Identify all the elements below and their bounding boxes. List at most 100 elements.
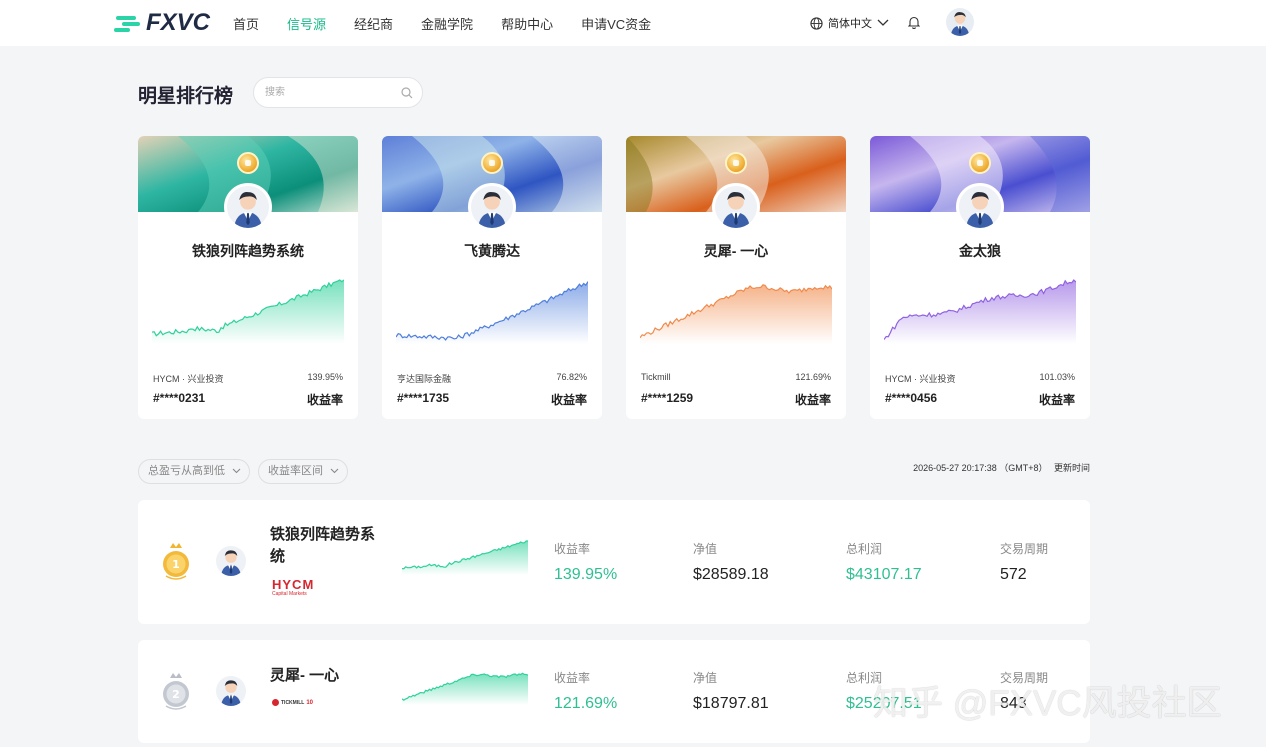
card-name: 灵犀- 一心 — [703, 243, 769, 259]
person-icon — [221, 550, 241, 576]
card-rate-label: 收益率 — [1038, 393, 1075, 407]
update-time: 2026-05-27 20:17:38 （GMT+8） 更新时间 — [913, 461, 1090, 474]
broker-logo: TICKMILL 10 — [272, 699, 313, 706]
logo-mark — [114, 12, 150, 34]
language-label: 简体中文 — [828, 18, 872, 30]
menu-item-academy[interactable]: 金融学院 — [421, 14, 473, 33]
avatar — [216, 546, 246, 576]
watermark: 知乎 @FXVC风投社区 — [873, 684, 1222, 723]
silver-medal-icon: 2 — [163, 673, 189, 710]
avatar — [216, 676, 246, 706]
bell-icon[interactable] — [908, 16, 920, 29]
nav-value: $28589.18 — [693, 566, 769, 583]
logo-text: FXVC — [146, 9, 211, 36]
chevron-down-icon — [330, 468, 339, 474]
menu-item-signals[interactable]: 信号源 — [287, 14, 326, 33]
card-name: 金太狼 — [959, 243, 1001, 259]
card-broker: HYCM · 兴业投资 — [885, 374, 956, 384]
person-icon — [722, 192, 750, 228]
medal-icon — [725, 152, 747, 174]
card-rate-label: 收益率 — [794, 393, 831, 407]
leader-card-4[interactable]: 金太狼 HYCM · 兴业投资 101.03% #****0456 收益率 — [870, 136, 1090, 419]
person-icon — [234, 192, 262, 228]
sort-dropdown[interactable]: 总盈亏从高到低 — [138, 459, 250, 484]
strategy-name[interactable]: 铁狼列阵趋势系统 — [270, 524, 380, 568]
language-selector[interactable]: 简体中文 — [810, 15, 894, 31]
gold-medal-icon: 1 — [163, 543, 189, 580]
broker-logo-text: TICKMILL — [281, 699, 305, 706]
card-percent: 139.95% — [307, 372, 343, 382]
period-label: 交易周期 — [1000, 542, 1049, 556]
card-account-id: #****1735 — [397, 391, 450, 405]
rate-value: 139.95% — [554, 566, 618, 583]
avatar — [468, 183, 516, 231]
card-account-id: #****1259 — [641, 391, 694, 405]
strategy-name[interactable]: 灵犀- 一心 — [270, 665, 380, 687]
menu-item-home[interactable]: 首页 — [233, 14, 259, 33]
broker-logo-sub: Capital Markets — [272, 591, 307, 597]
tickmill-logo-icon — [272, 699, 279, 706]
broker-logo: HYCM Capital Markets — [272, 578, 314, 598]
medal-icon — [481, 152, 503, 174]
leader-card-1[interactable]: 铁狼列阵趋势系统 HYCM · 兴业投资 139.95% #****0231 收… — [138, 136, 358, 419]
menu-item-apply-vc[interactable]: 申请VC资金 — [581, 14, 651, 33]
person-icon — [966, 192, 994, 228]
menu-item-help[interactable]: 帮助中心 — [501, 14, 553, 33]
equity-area — [396, 281, 588, 344]
avatar — [224, 183, 272, 231]
card-name: 铁狼列阵趋势系统 — [192, 243, 304, 259]
person-icon — [478, 192, 506, 228]
rank-number: 2 — [172, 688, 180, 701]
person-icon — [221, 680, 241, 706]
card-rate-label: 收益率 — [550, 393, 587, 407]
row-equity-chart — [402, 540, 528, 575]
broker-logo-text: HYCM — [272, 577, 315, 592]
nav-value: $18797.81 — [693, 695, 769, 712]
card-name: 飞黄腾达 — [464, 243, 520, 259]
update-label: 更新时间 — [1053, 463, 1090, 473]
card-equity-chart — [152, 279, 344, 344]
profit-value: $43107.17 — [846, 566, 922, 583]
card-equity-chart — [884, 279, 1076, 344]
chevron-down-icon — [877, 19, 889, 26]
card-percent: 101.03% — [1039, 372, 1075, 382]
rate-label: 收益率 — [554, 671, 591, 685]
rate-range-dropdown[interactable]: 收益率区间 — [258, 459, 348, 484]
ranking-row-1[interactable]: 1 铁狼列阵趋势系统 HYCM Capital Markets 收益率 139.… — [138, 500, 1090, 624]
nav-label: 净值 — [693, 671, 718, 685]
medal-icon — [969, 152, 991, 174]
broker-logo-sub: 10 — [306, 699, 314, 706]
search-box[interactable] — [253, 77, 423, 108]
card-broker: 亨达国际金融 — [397, 374, 452, 384]
nav-label: 净值 — [693, 542, 718, 556]
user-avatar[interactable] — [946, 8, 974, 36]
card-equity-chart — [396, 281, 588, 344]
card-percent: 121.69% — [795, 372, 831, 382]
row-equity-chart — [402, 672, 528, 705]
equity-area — [884, 280, 1076, 344]
search-input[interactable] — [265, 78, 395, 107]
card-equity-chart — [640, 284, 832, 344]
chevron-down-icon — [232, 468, 241, 474]
rank-number: 1 — [172, 558, 180, 571]
top-nav: FXVC 首页 信号源 经纪商 金融学院 帮助中心 申请VC资金 简体中文 — [0, 0, 1266, 46]
range-label: 收益率区间 — [268, 465, 323, 477]
globe-icon — [810, 16, 823, 30]
profit-label: 总利润 — [846, 542, 883, 556]
avatar — [956, 183, 1004, 231]
rate-value: 121.69% — [554, 695, 618, 712]
sort-label: 总盈亏从高到低 — [148, 465, 225, 477]
card-percent: 76.82% — [556, 372, 587, 382]
main-menu: 首页 信号源 经纪商 金融学院 帮助中心 申请VC资金 — [233, 14, 679, 33]
person-icon — [950, 12, 970, 36]
medal-icon — [237, 152, 259, 174]
logo[interactable]: FXVC — [114, 9, 211, 36]
search-icon[interactable] — [401, 87, 413, 99]
leader-card-2[interactable]: 飞黄腾达 亨达国际金融 76.82% #****1735 收益率 — [382, 136, 602, 419]
leader-card-3[interactable]: 灵犀- 一心 Tickmill 121.69% #****1259 收益率 — [626, 136, 846, 419]
card-account-id: #****0456 — [885, 391, 938, 405]
card-broker: HYCM · 兴业投资 — [153, 374, 224, 384]
update-timestamp: 2026-05-27 20:17:38 （GMT+8） — [913, 463, 1048, 473]
avatar — [712, 183, 760, 231]
menu-item-brokers[interactable]: 经纪商 — [354, 14, 393, 33]
